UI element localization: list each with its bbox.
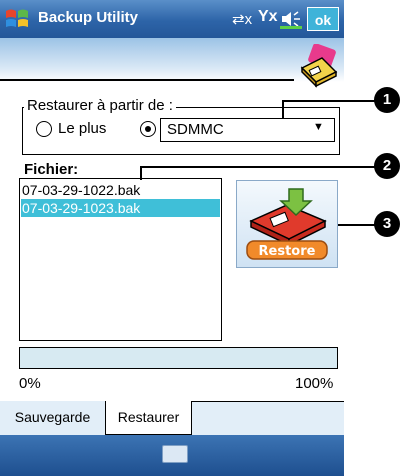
connectivity-icon[interactable]: ⇄x [232, 10, 252, 28]
signal-off-icon[interactable]: Yx [258, 8, 278, 26]
tab-restaurer[interactable]: Restaurer [106, 401, 192, 435]
restore-button-label: Restore [259, 244, 316, 259]
dropdown-selected-value: SDMMC [167, 121, 224, 138]
radio-sdmmc[interactable] [140, 121, 156, 137]
backup-app-logo-icon [300, 44, 338, 88]
title-bar: Backup Utility ⇄x Yx ok [0, 0, 344, 38]
device-screen: Backup Utility ⇄x Yx ok Restaurer à part… [0, 0, 344, 476]
progress-bar [19, 347, 338, 369]
restore-icon: Restore [246, 188, 328, 260]
callout-line-2-vertical [140, 166, 142, 180]
callout-line-1 [282, 100, 376, 102]
list-item-selected[interactable]: 07-03-29-1023.bak [21, 199, 220, 217]
restore-source-label: Restaurer à partir de : [24, 97, 176, 114]
keyboard-icon[interactable] [162, 445, 188, 463]
chevron-down-icon[interactable]: ▼ [313, 121, 324, 133]
header-band [0, 38, 344, 82]
callout-badge-2: 2 [374, 153, 400, 179]
restore-button[interactable]: Restore [236, 180, 338, 268]
radio-le-plus-label[interactable]: Le plus [58, 120, 106, 137]
volume-icon[interactable] [280, 9, 302, 29]
radio-selected-dot [145, 126, 151, 132]
app-title: Backup Utility [38, 9, 139, 26]
storage-device-dropdown[interactable]: SDMMC ▼ [160, 118, 335, 142]
file-list[interactable]: 07-03-29-1022.bak 07-03-29-1023.bak [19, 178, 222, 341]
callout-badge-3: 3 [374, 211, 400, 237]
callout-line-3 [338, 224, 376, 226]
windows-start-icon[interactable] [4, 7, 30, 31]
list-item[interactable]: 07-03-29-1022.bak [21, 181, 220, 199]
tab-strip: Sauvegarde Restaurer [0, 401, 344, 435]
tab-sauvegarde[interactable]: Sauvegarde [0, 401, 106, 435]
callout-badge-1: 1 [374, 87, 400, 113]
radio-le-plus[interactable] [36, 121, 52, 137]
progress-min-label: 0% [19, 375, 41, 392]
callout-line-1-vertical [282, 100, 284, 118]
header-divider [0, 79, 294, 81]
callout-line-2 [140, 166, 376, 168]
ok-button[interactable]: ok [307, 7, 339, 31]
soft-key-bar [0, 435, 344, 476]
progress-max-label: 100% [295, 375, 334, 392]
file-list-label: Fichier: [24, 161, 79, 178]
